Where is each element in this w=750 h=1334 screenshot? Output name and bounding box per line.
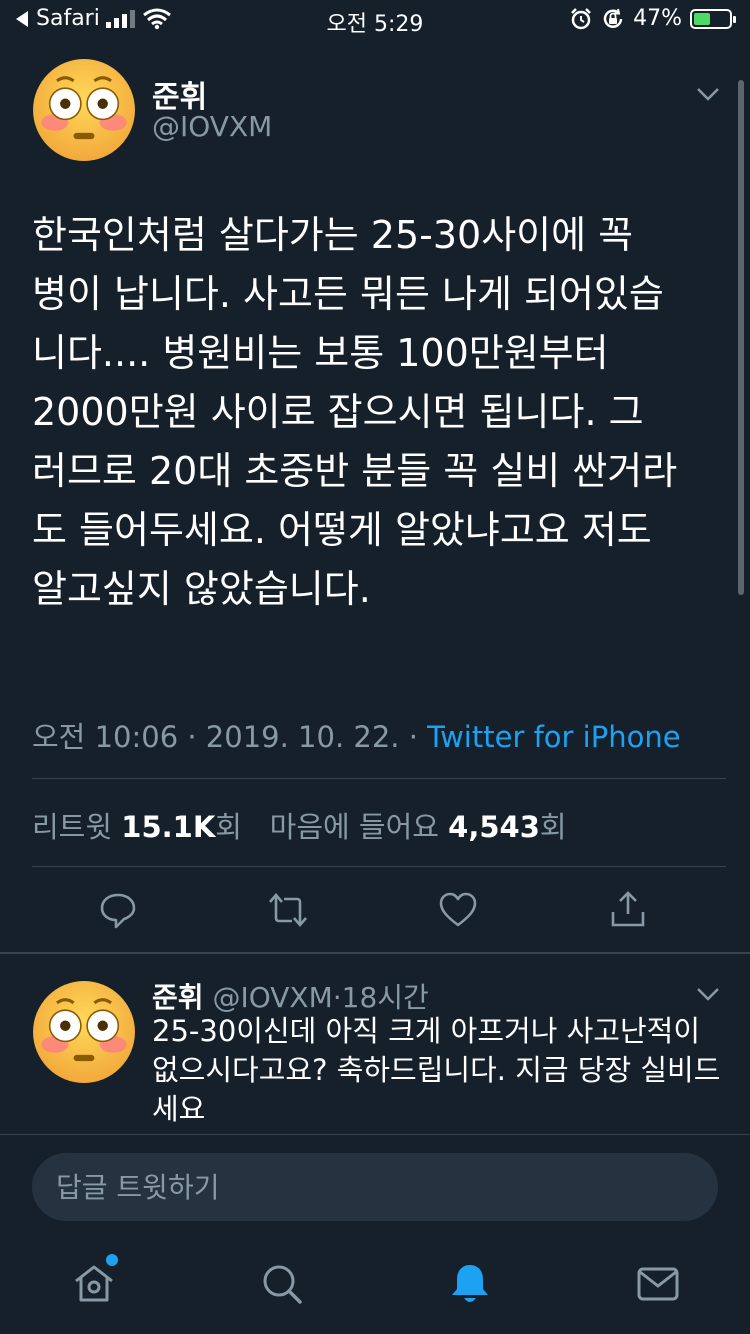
new-content-dot [106,1254,118,1266]
rotation-lock-icon [603,8,623,28]
alarm-icon [571,7,591,29]
tweet-text: 한국인처럼 살다가는 25-30사이에 꼭 병이 납니다. 사고든 뭐든 나게 … [32,213,678,611]
battery-fill [694,12,710,25]
avatar[interactable] [32,58,136,162]
reply-avatar[interactable] [32,980,136,1084]
chevron-down-icon[interactable] [696,986,720,1002]
reply-text: 25-30이신데 아직 크게 아프거나 사고난적이 없으시다고요? 축하드립니다… [152,1014,721,1126]
author-handle[interactable]: @IOVXM [152,110,272,143]
tab-notifications[interactable] [446,1260,494,1308]
battery-icon [690,8,736,29]
reply-author-handle[interactable]: @IOVXM [212,981,332,1014]
status-right: 47% [569,6,736,31]
share-icon[interactable] [608,890,648,930]
divider [0,952,750,954]
reply-icon[interactable] [98,890,138,930]
divider [32,866,726,867]
tweet-actions [0,880,750,940]
tweet-meta: 오전 10:06 · 2019. 10. 22. · Twitter for i… [32,714,681,756]
divider [32,778,726,779]
scroll-indicator[interactable] [738,80,744,595]
tab-search[interactable] [258,1260,306,1308]
tab-home[interactable] [70,1254,118,1308]
reply-time: 18시간 [341,981,429,1014]
messages-icon [637,1267,679,1301]
status-bar: Safari 오전 5:29 47% [0,0,750,40]
tweet-stats: 리트윗 15.1K회 마음에 들어요 4,543회 [32,804,567,846]
tweet-timestamp: 오전 10:06 · 2019. 10. 22. · [32,720,428,754]
retweet-icon[interactable] [268,890,308,930]
retweets-stat[interactable]: 리트윗 15.1K회 [32,810,242,844]
reply-header: 준휘 @IOVXM·18시간 [152,976,429,1016]
search-icon [263,1265,302,1304]
like-icon[interactable] [438,890,478,930]
home-icon [75,1265,113,1302]
likes-stat[interactable]: 마음에 들어요 4,543회 [270,810,567,844]
reply-composer [0,1134,750,1239]
reply-input[interactable] [32,1153,718,1221]
tab-bar [0,1238,750,1334]
notifications-icon [452,1265,488,1302]
reply-author-name[interactable]: 준휘 [152,981,204,1014]
battery-percent: 47% [633,6,682,31]
tab-messages[interactable] [634,1260,682,1308]
reply-separator: · [332,981,342,1014]
tweet-source-link[interactable]: Twitter for iPhone [427,720,680,754]
chevron-down-icon[interactable] [696,86,720,102]
